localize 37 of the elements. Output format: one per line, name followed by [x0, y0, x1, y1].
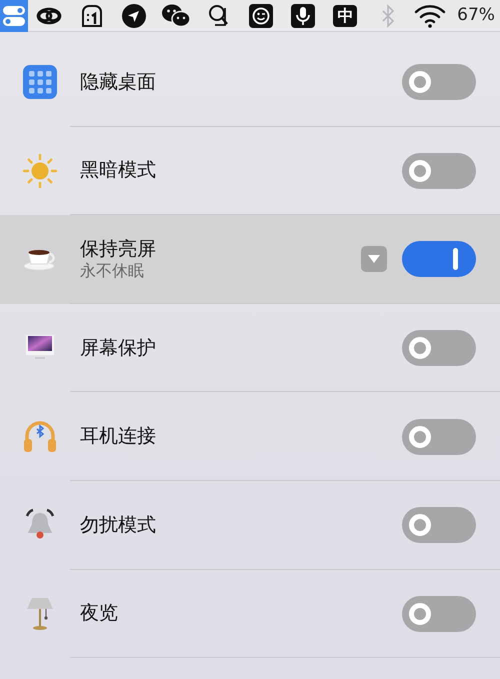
apps-grid-icon [23, 65, 57, 100]
item-label: 屏幕保护 [80, 336, 157, 360]
switches-icon[interactable] [2, 4, 26, 26]
toggle-switch[interactable] [402, 64, 476, 100]
item-label: 夜览 [80, 602, 119, 626]
toggle-switch[interactable] [402, 241, 476, 278]
menu-item[interactable]: 隐藏桌面 [0, 38, 500, 127]
toggle-switch[interactable] [402, 596, 476, 632]
toggle-switch[interactable] [402, 507, 476, 544]
item-subtitle: 永不休眠 [80, 261, 145, 280]
toggle-switch[interactable] [402, 152, 476, 189]
item-label: 黑暗模式 [80, 159, 157, 182]
cloud-rings-icon[interactable] [35, 6, 64, 26]
wifi-icon[interactable] [414, 4, 446, 28]
menu-item[interactable]: 耳机连接 [0, 392, 500, 481]
smiley-icon[interactable] [248, 4, 273, 28]
item-label: 勿扰模式 [80, 514, 157, 537]
lamp-icon [25, 596, 55, 632]
item-label: 耳机连接 [80, 425, 157, 448]
search-icon[interactable] [206, 2, 231, 28]
menu-item[interactable]: 屏幕保护 [0, 304, 500, 392]
item-label: 保持亮屏 [80, 238, 157, 262]
dropdown-button[interactable] [361, 246, 387, 272]
menu-item[interactable]: 保持亮屏 永不休眠 [0, 215, 500, 304]
battery-percent: 67% [457, 4, 495, 27]
sun-icon [22, 152, 58, 189]
calendar-tag-icon[interactable] [80, 4, 104, 28]
chat-bubbles-icon[interactable] [161, 2, 192, 28]
toggle-switch[interactable] [402, 330, 476, 366]
menu-item[interactable]: 夜览 [0, 570, 500, 658]
caret-icon [367, 254, 381, 264]
input-method-icon[interactable]: 中 [333, 4, 358, 26]
item-label: 隐藏桌面 [80, 70, 157, 94]
menu-item[interactable]: 勿扰模式 [0, 480, 500, 570]
toggle-switch[interactable] [402, 418, 476, 455]
headphones-icon [22, 418, 58, 455]
microphone-icon[interactable] [291, 4, 316, 28]
